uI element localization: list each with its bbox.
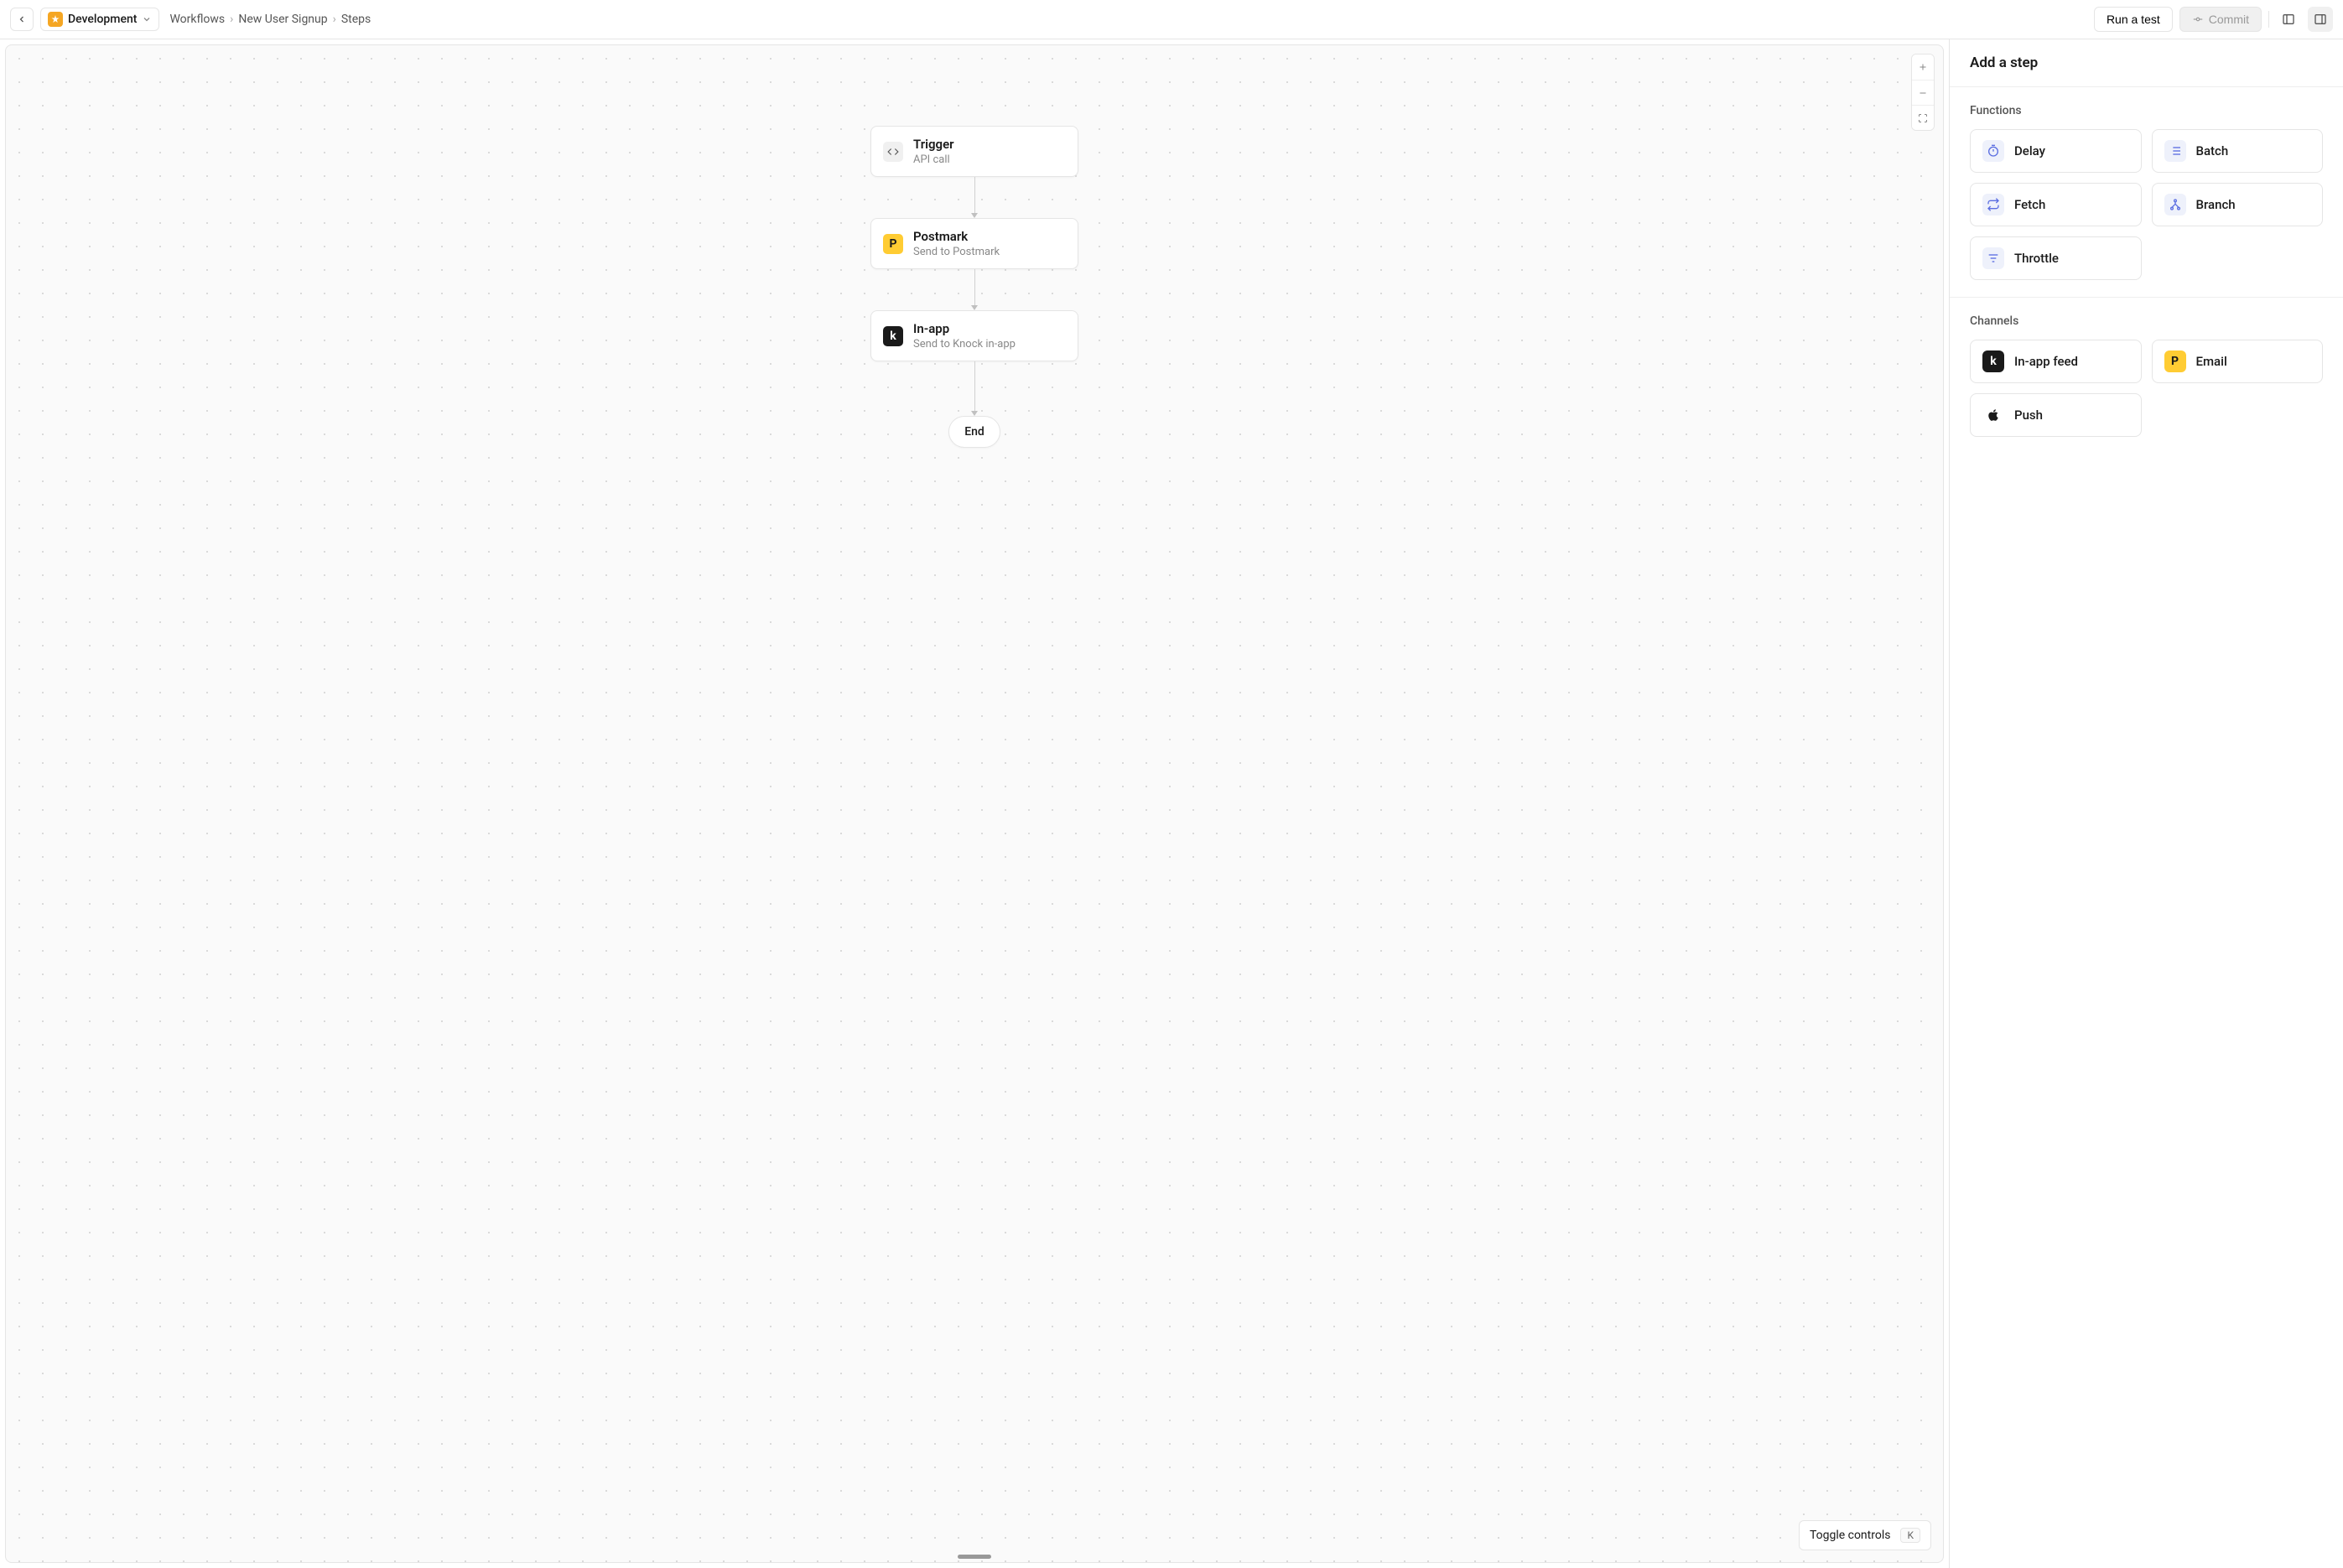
option-label: Push [2014, 408, 2043, 423]
back-button[interactable] [10, 8, 34, 31]
panel-right-button[interactable] [2308, 7, 2333, 32]
timer-icon [1982, 140, 2004, 162]
option-inapp-feed[interactable]: k In-app feed [1970, 340, 2142, 383]
edge [971, 361, 978, 416]
topbar-right: Run a test Commit [2094, 7, 2333, 32]
functions-grid: Delay Batch Fetch [1970, 129, 2323, 280]
minus-icon [1918, 88, 1928, 98]
option-label: Email [2196, 354, 2227, 369]
end-label: End [964, 425, 984, 439]
functions-heading: Functions [1970, 104, 2323, 117]
keyboard-shortcut: K [1900, 1528, 1920, 1543]
topbar-left: Development Workflows › New User Signup … [10, 8, 371, 31]
breadcrumb-workflows[interactable]: Workflows [169, 13, 225, 26]
breadcrumb: Workflows › New User Signup › Steps [169, 13, 371, 26]
knock-icon: k [1982, 350, 2004, 372]
toggle-controls-button[interactable]: Toggle controls K [1799, 1520, 1931, 1550]
fit-view-button[interactable] [1912, 105, 1934, 130]
chevron-right-icon: › [230, 13, 233, 26]
run-test-label: Run a test [2107, 13, 2160, 26]
swap-icon [1982, 194, 2004, 215]
panel-left-icon [2282, 13, 2295, 26]
breadcrumb-workflow-name[interactable]: New User Signup [238, 13, 327, 26]
section-functions: Functions Delay Batch [1950, 87, 2343, 297]
option-fetch[interactable]: Fetch [1970, 183, 2142, 226]
node-text: Postmark Send to Postmark [913, 229, 1000, 258]
channels-grid: k In-app feed P Email Push [1970, 340, 2323, 437]
canvas[interactable]: Trigger API call P Postmark Send to Post… [5, 44, 1944, 1563]
breadcrumb-steps[interactable]: Steps [341, 13, 371, 26]
environment-label: Development [68, 13, 137, 26]
apple-icon [1982, 404, 2004, 426]
tree-icon [2164, 194, 2186, 215]
option-label: Delay [2014, 143, 2045, 158]
option-label: In-app feed [2014, 354, 2078, 369]
edge [971, 269, 978, 310]
commit-icon [2192, 13, 2204, 25]
node-end[interactable]: End [948, 416, 1000, 448]
filter-icon [1982, 247, 2004, 269]
node-text: In-app Send to Knock in-app [913, 321, 1016, 350]
node-text: Trigger API call [913, 137, 954, 166]
postmark-icon: P [2164, 350, 2186, 372]
main: Trigger API call P Postmark Send to Post… [0, 39, 2343, 1568]
option-delay[interactable]: Delay [1970, 129, 2142, 173]
knock-icon: k [883, 326, 903, 346]
option-batch[interactable]: Batch [2152, 129, 2324, 173]
code-icon [883, 142, 903, 162]
commit-button[interactable]: Commit [2179, 7, 2262, 32]
panel-right-icon [2314, 13, 2327, 26]
option-label: Batch [2196, 143, 2229, 158]
option-label: Throttle [2014, 251, 2059, 266]
resize-handle[interactable] [958, 1555, 991, 1559]
sidebar-header: Add a step [1950, 39, 2343, 87]
fullscreen-icon [1918, 113, 1928, 123]
zoom-controls [1911, 54, 1935, 131]
postmark-icon: P [883, 234, 903, 254]
node-subtitle: Send to Knock in-app [913, 338, 1016, 350]
edge [971, 177, 978, 218]
run-test-button[interactable]: Run a test [2094, 7, 2173, 32]
option-branch[interactable]: Branch [2152, 183, 2324, 226]
sidebar-title: Add a step [1970, 55, 2323, 71]
toggle-controls-label: Toggle controls [1810, 1529, 1891, 1542]
list-icon [2164, 140, 2186, 162]
sidebar: Add a step Functions Delay Ba [1949, 39, 2343, 1568]
topbar: Development Workflows › New User Signup … [0, 0, 2343, 39]
node-title: Postmark [913, 229, 1000, 244]
plus-icon [1918, 62, 1928, 72]
option-label: Fetch [2014, 197, 2045, 212]
node-subtitle: API call [913, 153, 954, 166]
node-title: Trigger [913, 137, 954, 152]
zoom-in-button[interactable] [1912, 55, 1934, 80]
workflow-flow: Trigger API call P Postmark Send to Post… [870, 126, 1078, 448]
panel-left-button[interactable] [2276, 7, 2301, 32]
option-throttle[interactable]: Throttle [1970, 236, 2142, 280]
chevron-right-icon: › [333, 13, 336, 26]
chevron-down-icon [142, 14, 152, 24]
node-postmark[interactable]: P Postmark Send to Postmark [870, 218, 1078, 269]
environment-badge-icon [48, 12, 63, 27]
option-email[interactable]: P Email [2152, 340, 2324, 383]
section-channels: Channels k In-app feed P Email Push [1950, 297, 2343, 454]
node-title: In-app [913, 321, 1016, 336]
chevron-left-icon [17, 14, 27, 24]
node-inapp[interactable]: k In-app Send to Knock in-app [870, 310, 1078, 361]
channels-heading: Channels [1970, 314, 2323, 328]
option-push[interactable]: Push [1970, 393, 2142, 437]
commit-label: Commit [2209, 13, 2249, 26]
zoom-out-button[interactable] [1912, 80, 1934, 105]
node-subtitle: Send to Postmark [913, 246, 1000, 258]
divider [2268, 11, 2269, 28]
environment-selector[interactable]: Development [40, 8, 159, 31]
node-trigger[interactable]: Trigger API call [870, 126, 1078, 177]
option-label: Branch [2196, 197, 2236, 212]
